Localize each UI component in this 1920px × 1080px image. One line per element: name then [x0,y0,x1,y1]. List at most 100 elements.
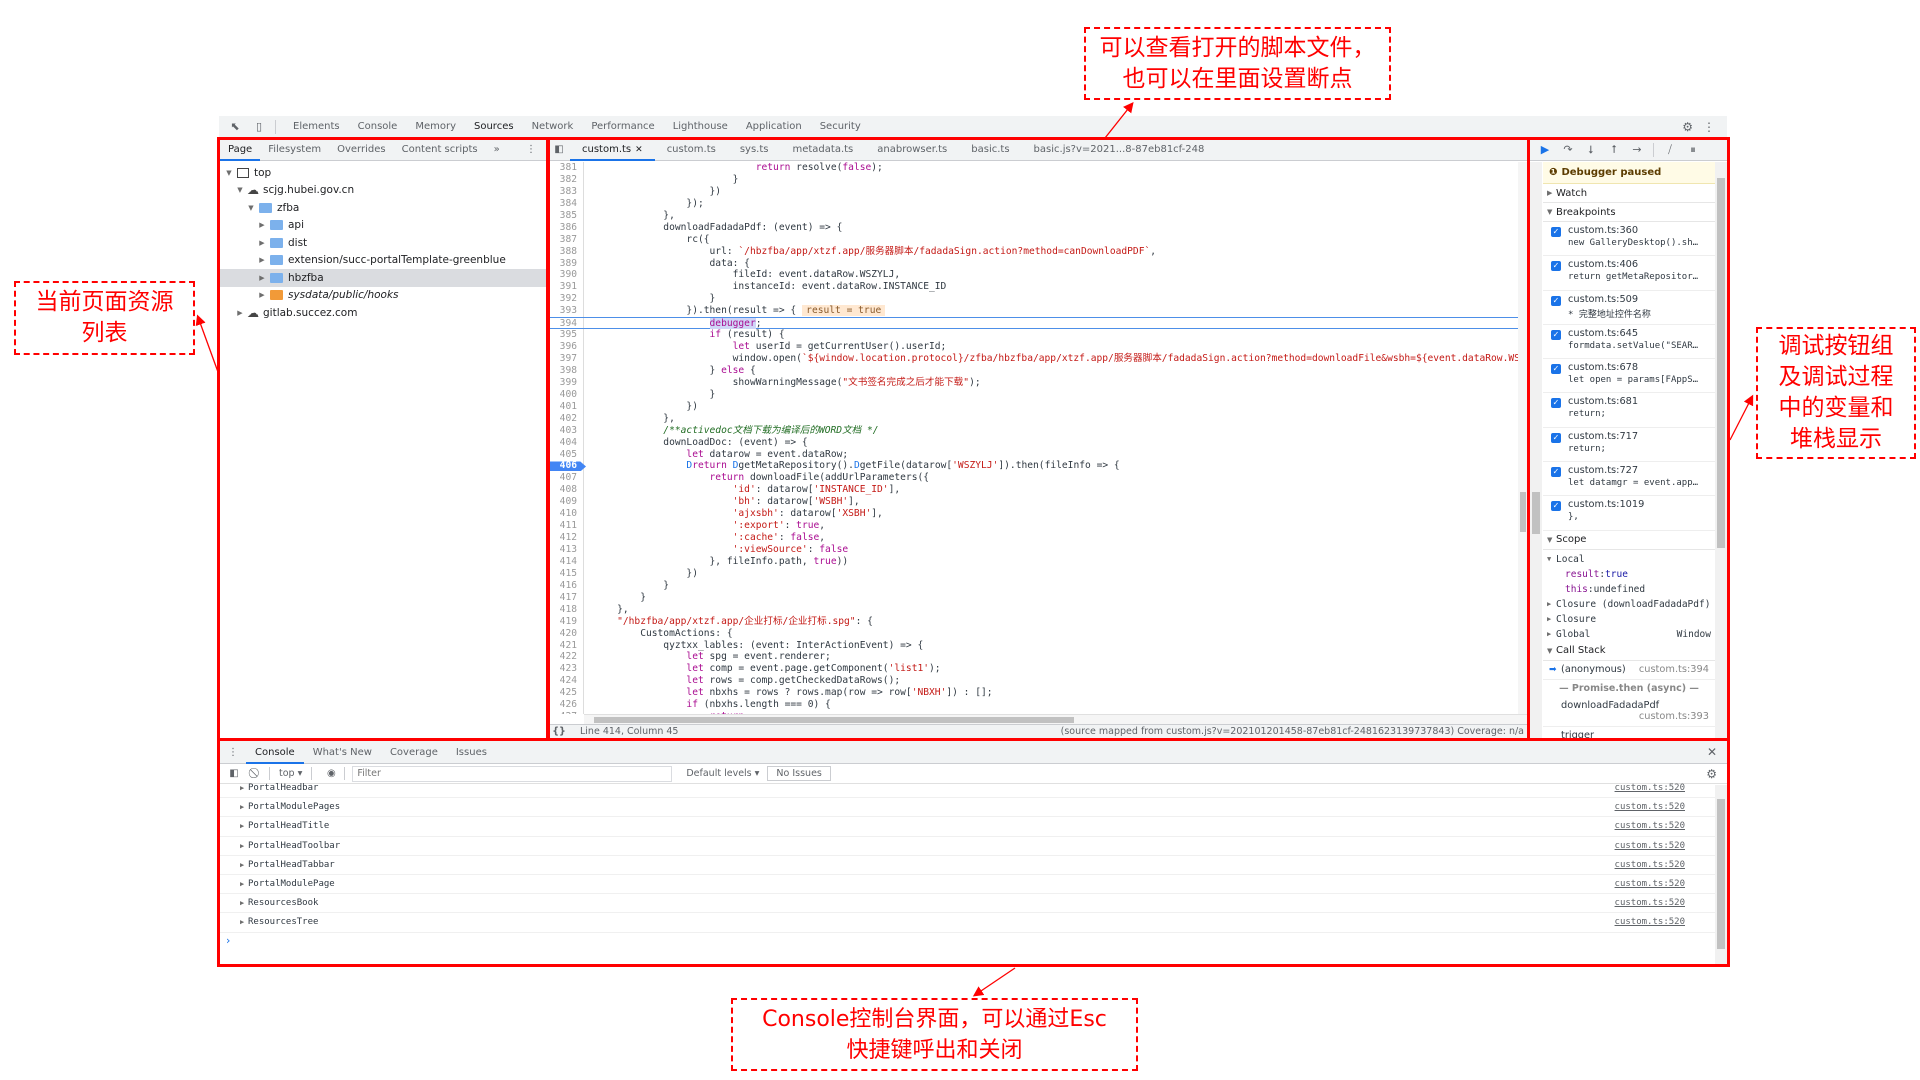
tab-performance[interactable]: Performance [582,116,663,138]
line-number[interactable]: 382 [548,173,584,186]
console-source-link[interactable]: custom.ts:520 [1615,860,1715,870]
breakpoint-item[interactable]: ✓ custom.ts:509 * 完整地址控件名称 [1543,291,1715,325]
console-source-link[interactable]: custom.ts:520 [1615,898,1715,908]
line-number[interactable]: 399 [548,376,584,389]
line-number[interactable]: 420 [548,627,584,640]
line-number[interactable]: 404 [548,436,584,449]
call-frame[interactable]: ➡ (anonymous) custom.ts:394 [1543,661,1715,680]
breakpoint-item[interactable]: ✓ custom.ts:678 let open = params[FAppS… [1543,359,1715,394]
navigator-tab-overrides[interactable]: Overrides [329,139,393,161]
tab-elements[interactable]: Elements [284,116,349,138]
line-number[interactable]: 408 [548,484,584,497]
editor-gutter-scrollbar[interactable] [1530,162,1542,738]
line-number[interactable]: 390 [548,269,584,282]
console-message[interactable]: ▶ ResourcesBook custom.ts:520 [220,894,1715,914]
console-source-link[interactable]: custom.ts:520 [1615,821,1715,831]
line-number[interactable]: 398 [548,364,584,377]
tree-item[interactable]: ▶ dist [220,234,546,252]
drawer-menu-icon[interactable]: ⋮ [220,747,246,758]
clear-console-icon[interactable]: ⃠ [248,768,264,779]
call-frame[interactable]: triggeranabrowser.ts:5200 [1543,727,1715,738]
context-selector[interactable]: top ▾ [275,768,306,779]
pretty-print-icon[interactable]: {} [548,726,570,737]
breakpoint-item[interactable]: ✓ custom.ts:360 new GalleryDesktop().sh… [1543,222,1715,257]
line-number[interactable]: 403 [548,424,584,437]
tree-item[interactable]: ▶ sysdata/public/hooks [220,287,546,305]
console-source-link[interactable]: custom.ts:520 [1615,917,1715,927]
tab-sources[interactable]: Sources [465,116,523,138]
line-number[interactable]: 422 [548,651,584,664]
line-number[interactable]: 391 [548,281,584,294]
collapsed-arrow-icon[interactable]: ▶ [257,239,267,247]
console-source-link[interactable]: custom.ts:520 [1615,783,1715,793]
collapsed-arrow-icon[interactable]: ▶ [1547,615,1556,623]
line-number[interactable]: 395 [548,329,584,342]
console-message[interactable]: ▶ ResourcesTree custom.ts:520 [220,913,1715,933]
line-number[interactable]: 416 [548,579,584,592]
scope-section[interactable]: ▼ Scope [1543,531,1715,550]
expanded-arrow-icon[interactable]: ▼ [1547,555,1556,563]
step-out-icon[interactable]: ⭡ [1607,143,1621,157]
breakpoint-checkbox[interactable]: ✓ [1551,227,1561,237]
line-number[interactable]: 418 [548,603,584,616]
collapsed-arrow-icon[interactable]: ▶ [257,256,267,264]
line-number[interactable]: 401 [548,400,584,413]
line-number[interactable]: 412 [548,532,584,544]
navigator-tab-page[interactable]: Page [220,139,261,161]
breakpoint-checkbox[interactable]: ✓ [1551,329,1561,340]
breakpoint-marker[interactable]: 406 [548,460,584,473]
scope-entry[interactable]: ▶ Global Window [1543,627,1715,642]
pause-on-exceptions-icon[interactable]: ⏸ [1686,143,1700,157]
step-icon[interactable]: → [1630,143,1644,156]
editor-tab[interactable]: basic.js?v=2021...8-87eb81cf-248 [1022,139,1217,161]
collapsed-arrow-icon[interactable]: ▶ [1547,600,1556,608]
line-number[interactable]: 411 [548,520,584,533]
breakpoint-item[interactable]: ✓ custom.ts:727 let datamgr = event.app… [1543,462,1715,497]
expand-object-arrow-icon[interactable]: ▶ [240,899,248,907]
console-message[interactable]: ▶ PortalHeadTabbar custom.ts:520 [220,856,1715,875]
breakpoint-checkbox[interactable]: ✓ [1551,467,1561,478]
line-number[interactable]: 415 [548,567,584,580]
console-source-link[interactable]: custom.ts:520 [1615,802,1715,812]
expanded-arrow-icon[interactable]: ▼ [246,204,256,212]
expand-object-arrow-icon[interactable]: ▶ [240,880,248,888]
expand-object-arrow-icon[interactable]: ▶ [240,918,248,926]
scope-entry[interactable]: ▶ Closure (downloadFadadaPdf) [1543,597,1715,612]
collapsed-arrow-icon[interactable]: ▶ [257,274,267,282]
navigator-tab-filesystem[interactable]: Filesystem [260,139,329,161]
sidebar-toggle-icon[interactable]: ◧ [226,768,242,779]
tree-item[interactable]: ▼ ☁ scjg.hubei.gov.cn [220,182,546,200]
tab-console[interactable]: Console [349,116,407,138]
editor-tab[interactable]: custom.ts ✕ [570,139,655,161]
live-expression-eye-icon[interactable]: ◉ [323,768,339,779]
line-number[interactable]: 407 [548,472,584,485]
line-number[interactable]: 426 [548,699,584,712]
line-number[interactable]: 425 [548,687,584,700]
breakpoint-checkbox[interactable]: ✓ [1551,261,1561,272]
line-number[interactable]: 392 [548,293,584,306]
collapsed-arrow-icon[interactable]: ▶ [257,291,267,299]
expand-object-arrow-icon[interactable]: ▶ [240,861,248,869]
editor-tab[interactable]: basic.ts [959,139,1021,161]
console-prompt[interactable]: › [220,933,1715,949]
breakpoint-checkbox[interactable]: ✓ [1551,295,1561,306]
drawer-tab-console[interactable]: Console [246,741,304,764]
toggle-navigator-icon[interactable]: ◧ [548,144,570,155]
breakpoint-item[interactable]: ✓ custom.ts:645 formdata.setValue("SEAR… [1543,325,1715,360]
tab-application[interactable]: Application [737,116,811,138]
expand-object-arrow-icon[interactable]: ▶ [240,784,248,792]
tab-memory[interactable]: Memory [406,116,465,138]
line-number[interactable]: 396 [548,341,584,353]
tab-security[interactable]: Security [811,116,870,138]
tab-lighthouse[interactable]: Lighthouse [664,116,737,138]
line-number[interactable]: 409 [548,496,584,509]
close-drawer-icon[interactable]: ✕ [1707,745,1727,759]
step-over-icon[interactable]: ↷ [1561,143,1575,156]
line-number[interactable]: 381 [548,162,584,174]
settings-icon[interactable]: ⚙ [1682,120,1693,134]
code-area[interactable]: 381 return resolve(false); 382 } 383 }) 384… [548,162,1528,714]
tab-network[interactable]: Network [523,116,583,138]
collapsed-arrow-icon[interactable]: ▶ [257,221,267,229]
watch-section[interactable]: ▶ Watch [1543,184,1715,203]
line-number[interactable]: 386 [548,221,584,234]
